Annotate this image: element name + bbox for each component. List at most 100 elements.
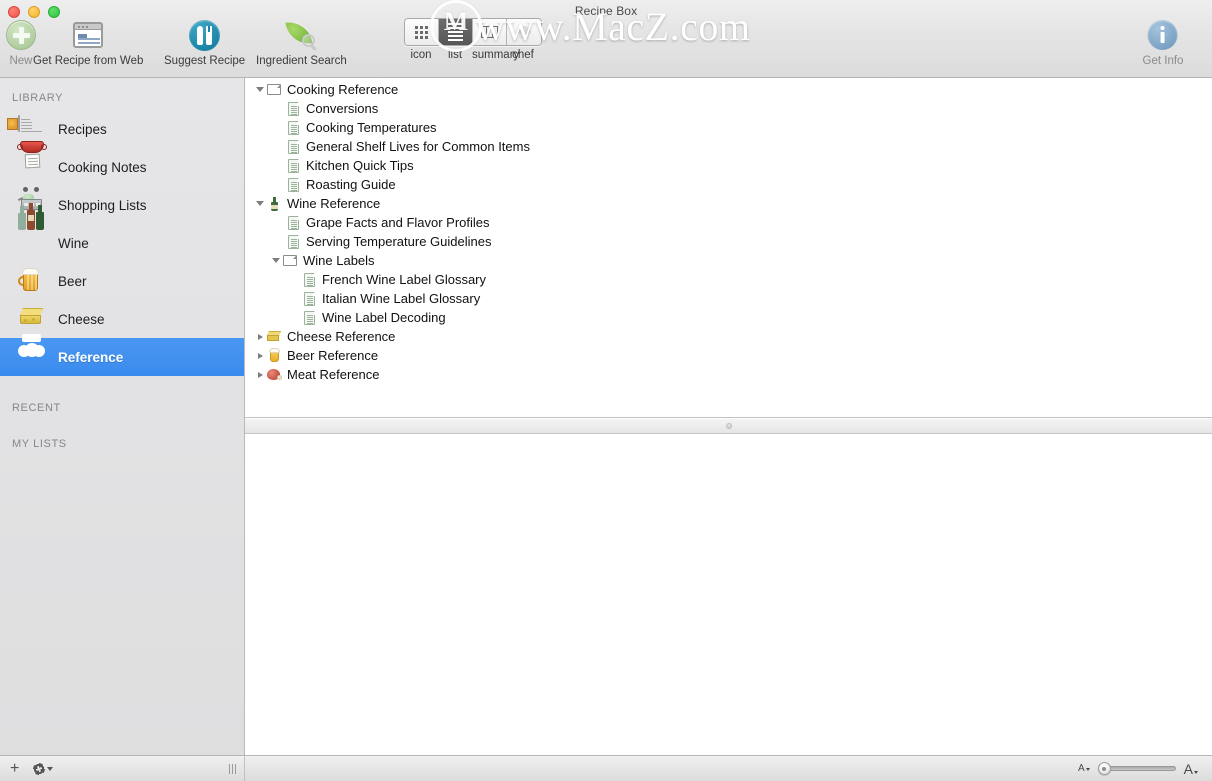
main-area: Cooking Reference Conversions Cooking Te… <box>245 78 1212 755</box>
tree-label: Italian Wine Label Glossary <box>322 291 481 306</box>
toolbar-button-suggest-recipe[interactable]: Suggest Recipe <box>164 18 245 67</box>
tree-row-wine-label-decoding[interactable]: Wine Label Decoding <box>245 308 1212 327</box>
info-circle-icon <box>1147 18 1178 52</box>
tree-label: Cooking Temperatures <box>306 120 437 135</box>
document-icon <box>301 291 317 306</box>
view-mode-label-icon: icon <box>410 49 432 61</box>
view-mode-list[interactable] <box>439 19 473 45</box>
text-size-slider[interactable] <box>1097 762 1176 776</box>
splitter-handle-icon[interactable] <box>725 423 732 429</box>
toolbar-button-get-recipe-from-web[interactable]: Get Recipe from Web <box>33 18 143 67</box>
document-icon <box>285 139 301 154</box>
sidebar-label-recipes: Recipes <box>58 121 107 137</box>
document-icon <box>285 158 301 173</box>
app-window: Recipe Box New Get Recipe from Web Sugge… <box>0 0 1212 781</box>
sidebar-label-reference: Reference <box>58 349 124 365</box>
detail-panel <box>245 434 1212 755</box>
tree-row-roasting-guide[interactable]: Roasting Guide <box>245 175 1212 194</box>
folder-icon <box>266 84 282 95</box>
add-item-button[interactable]: + <box>10 760 19 777</box>
disclosure-triangle-open-icon[interactable] <box>270 258 282 263</box>
tree-row-beer-reference[interactable]: Beer Reference <box>245 346 1212 365</box>
sidebar-item-reference[interactable]: Reference <box>0 334 244 376</box>
sidebar-item-cheese[interactable]: Cheese <box>0 300 244 338</box>
tree-label: Wine Reference <box>287 196 381 211</box>
cheese-icon <box>266 331 282 342</box>
tree-label: Wine Label Decoding <box>322 310 446 325</box>
disclosure-triangle-closed-icon[interactable] <box>254 371 266 378</box>
view-mode-label-list: list <box>447 49 463 61</box>
window-title: Recipe Box <box>574 4 638 18</box>
list-view-icon <box>448 23 463 41</box>
disclosure-triangle-open-icon[interactable] <box>254 201 266 206</box>
sidebar-label-cooking-notes: Cooking Notes <box>58 159 147 175</box>
tree-row-kitchen-quick-tips[interactable]: Kitchen Quick Tips <box>245 156 1212 175</box>
reference-tree[interactable]: Cooking Reference Conversions Cooking Te… <box>245 78 1212 418</box>
document-icon <box>285 177 301 192</box>
sidebar-item-wine[interactable]: Wine <box>0 203 244 262</box>
toolbar-label-get-info: Get Info <box>1142 55 1184 67</box>
wine-bottle-icon <box>266 196 282 211</box>
document-icon <box>301 310 317 325</box>
toolbar-label-get-recipe-from-web: Get Recipe from Web <box>33 55 144 67</box>
text-size-decrease-button[interactable]: A <box>1078 763 1090 774</box>
document-icon <box>285 234 301 249</box>
document-icon <box>285 120 301 135</box>
tree-row-grape-facts[interactable]: Grape Facts and Flavor Profiles <box>245 213 1212 232</box>
chef-hat-icon <box>18 334 46 370</box>
spoon-fork-icon <box>189 18 221 52</box>
view-mode-label-chef: chef <box>512 49 534 61</box>
sidebar-item-beer[interactable]: Beer <box>0 262 244 300</box>
text-size-small-label: A <box>1077 763 1085 774</box>
tree-label: Wine Labels <box>303 253 375 268</box>
sidebar-label-shopping-lists: Shopping Lists <box>58 197 147 213</box>
tree-row-serving-temperature-guidelines[interactable]: Serving Temperature Guidelines <box>245 232 1212 251</box>
sidebar-resize-grip[interactable] <box>229 763 236 774</box>
document-icon <box>285 215 301 230</box>
tree-row-cooking-reference[interactable]: Cooking Reference <box>245 80 1212 99</box>
tree-row-wine-labels[interactable]: Wine Labels <box>245 251 1212 270</box>
view-mode-summary[interactable] <box>473 19 507 45</box>
tree-row-cooking-temperatures[interactable]: Cooking Temperatures <box>245 118 1212 137</box>
toolbar-label-suggest-recipe: Suggest Recipe <box>164 55 246 67</box>
content-area: LIBRARY Recipes Cooking Notes Shopping L… <box>0 78 1212 755</box>
tree-row-french-wine-label-glossary[interactable]: French Wine Label Glossary <box>245 270 1212 289</box>
tree-row-general-shelf-lives[interactable]: General Shelf Lives for Common Items <box>245 137 1212 156</box>
text-size-large-label: A <box>1183 760 1193 777</box>
tree-label: Meat Reference <box>287 367 380 382</box>
browser-window-icon <box>73 18 104 52</box>
disclosure-triangle-closed-icon[interactable] <box>254 333 266 340</box>
plus-circle-icon <box>6 18 36 52</box>
tree-label: French Wine Label Glossary <box>322 272 487 287</box>
horizontal-splitter[interactable] <box>245 418 1212 434</box>
disclosure-triangle-open-icon[interactable] <box>254 87 266 92</box>
chef-hat-view-icon <box>516 25 532 39</box>
sidebar-item-cooking-notes[interactable]: Cooking Notes <box>0 141 244 186</box>
tree-label: Roasting Guide <box>306 177 396 192</box>
tree-row-meat-reference[interactable]: Meat Reference <box>245 365 1212 384</box>
slider-knob[interactable] <box>1097 762 1111 775</box>
recipe-card-icon <box>7 115 46 142</box>
toolbar-button-new[interactable]: New <box>6 18 36 67</box>
sidebar: LIBRARY Recipes Cooking Notes Shopping L… <box>0 78 245 755</box>
tree-row-cheese-reference[interactable]: Cheese Reference <box>245 327 1212 346</box>
toolbar-button-get-info[interactable]: Get Info <box>1142 18 1184 67</box>
text-size-increase-button[interactable]: A <box>1184 761 1198 777</box>
tree-row-italian-wine-label-glossary[interactable]: Italian Wine Label Glossary <box>245 289 1212 308</box>
tree-label: General Shelf Lives for Common Items <box>306 139 530 154</box>
view-mode-icon[interactable] <box>405 19 439 45</box>
titlebar: Recipe Box New Get Recipe from Web Sugge… <box>0 0 1212 78</box>
action-menu-button[interactable] <box>33 763 54 775</box>
columns-view-icon <box>481 26 498 38</box>
sidebar-label-beer: Beer <box>58 273 87 289</box>
leaf-magnifier-icon <box>285 18 317 52</box>
tree-label: Kitchen Quick Tips <box>306 158 414 173</box>
disclosure-triangle-closed-icon[interactable] <box>254 352 266 359</box>
toolbar-button-ingredient-search[interactable]: Ingredient Search <box>256 18 347 67</box>
tree-row-conversions[interactable]: Conversions <box>245 99 1212 118</box>
toolbar: New Get Recipe from Web Suggest Recipe I… <box>0 18 1212 76</box>
tree-row-wine-reference[interactable]: Wine Reference <box>245 194 1212 213</box>
view-mode-chef[interactable] <box>507 19 541 45</box>
cooking-pot-icon <box>17 141 47 180</box>
grid-view-icon <box>415 25 428 39</box>
